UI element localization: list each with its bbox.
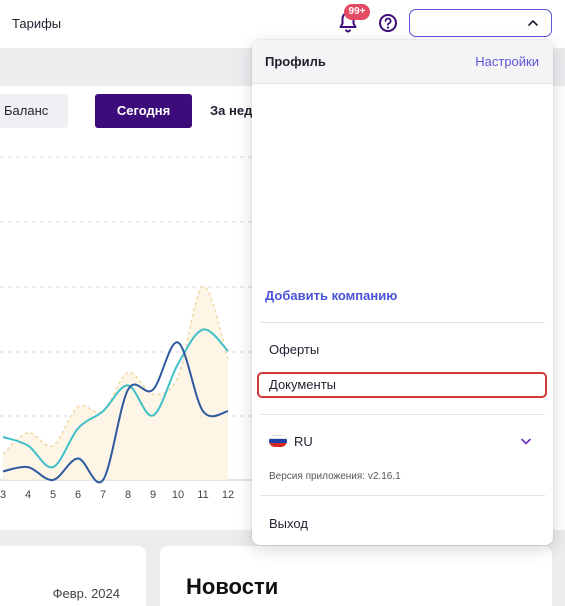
period-date: Февр. 2024 [52, 586, 120, 601]
divider [260, 414, 545, 415]
app-version: Версия приложения: v2.16.1 [269, 471, 401, 482]
help-circle-icon[interactable] [378, 13, 398, 33]
logout-button[interactable]: Выход [269, 516, 308, 531]
profile-dropdown-header: Профиль Настройки [252, 40, 553, 84]
chevron-down-icon[interactable] [521, 438, 531, 445]
account-select[interactable] [409, 9, 552, 37]
x-tick-label: 11 [197, 489, 208, 501]
menu-item-documents[interactable]: Документы [257, 372, 547, 398]
activity-chart: 3 4 5 6 7 8 9 10 11 12 [0, 156, 260, 501]
x-tick-label: 3 [0, 489, 6, 501]
russia-flag-icon [269, 435, 287, 447]
profile-dropdown: Профиль Настройки Добавить компанию Офер… [252, 40, 553, 545]
nav-tariffs-link[interactable]: Тарифы [12, 16, 61, 31]
language-select[interactable]: RU [294, 434, 313, 449]
x-tick-label: 10 [172, 489, 184, 501]
menu-item-offers[interactable]: Оферты [257, 337, 547, 363]
news-title: Новости [186, 574, 279, 599]
x-tick-label: 5 [50, 489, 56, 501]
tab-today[interactable]: Сегодня [95, 94, 192, 128]
tab-balance[interactable]: Баланс [0, 94, 68, 128]
divider [260, 495, 545, 496]
x-tick-label: 8 [125, 489, 131, 501]
profile-title: Профиль [265, 54, 326, 69]
x-tick-label: 6 [75, 489, 81, 501]
x-tick-label: 9 [150, 489, 156, 501]
x-tick-label: 4 [25, 489, 31, 501]
stats-card: Февр. 2024 [0, 546, 146, 606]
news-card: Новости [160, 546, 552, 606]
series-area [3, 286, 228, 480]
divider [260, 322, 545, 323]
x-tick-label: 7 [100, 489, 106, 501]
chevron-up-icon [528, 20, 538, 26]
settings-link[interactable]: Настройки [475, 54, 539, 69]
notifications-badge: 99+ [344, 4, 370, 20]
add-company-link[interactable]: Добавить компанию [265, 288, 397, 303]
x-tick-label: 12 [222, 489, 234, 501]
tab-week[interactable]: За неделю [196, 94, 256, 128]
